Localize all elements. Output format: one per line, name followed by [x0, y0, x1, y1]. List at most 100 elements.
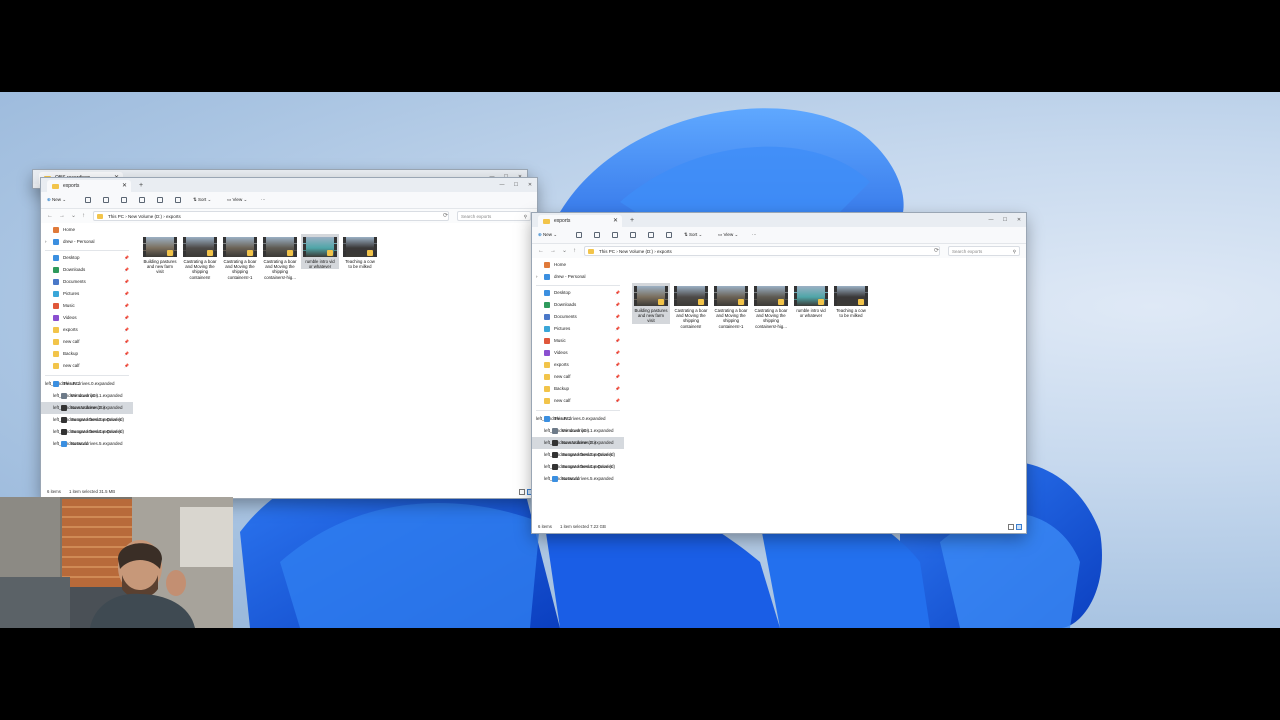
nav-item-quick-8[interactable]: Backup 📌: [41, 348, 133, 360]
refresh-icon[interactable]: ⟳: [443, 209, 448, 223]
nav-item-home[interactable]: Home: [41, 224, 133, 236]
nav-item-drive-0[interactable]: left_window.nav.drives.0.expanded This PC: [532, 413, 624, 425]
breadcrumb-item[interactable]: New Volume (D:): [128, 214, 162, 219]
cut-icon[interactable]: [576, 232, 582, 238]
nav-item-quick-2[interactable]: Documents 📌: [41, 276, 133, 288]
nav-item-drive-3[interactable]: left_window.nav.drives.3.expanded Seagate…: [532, 449, 624, 461]
refresh-icon[interactable]: ⟳: [934, 244, 939, 258]
expand-chevron-icon[interactable]: ›: [45, 236, 47, 248]
close-tab-icon[interactable]: ✕: [122, 180, 127, 192]
nav-item-drive-5[interactable]: left_window.nav.drives.5.expanded Network: [41, 438, 133, 450]
nav-item-quick-9[interactable]: new calf 📌: [41, 360, 133, 372]
copy-icon[interactable]: [594, 232, 600, 238]
address-bar[interactable]: This PC › New Volume (D:) › exports: [93, 211, 449, 221]
file-item[interactable]: Castrating a boar and Moving the shipping c…: [672, 283, 710, 329]
back-icon[interactable]: ←: [538, 244, 544, 258]
nav-item-drive-5[interactable]: left_window.nav.drives.5.expanded Network: [532, 473, 624, 485]
minimize-icon[interactable]: —: [984, 213, 998, 227]
paste-icon[interactable]: [612, 232, 618, 238]
close-icon[interactable]: ✕: [1012, 213, 1026, 227]
view-button[interactable]: ▭ View ⌄: [227, 192, 247, 208]
file-item[interactable]: Castrating a boar and Moving the shipping c…: [712, 283, 750, 329]
close-icon[interactable]: ✕: [523, 178, 537, 192]
recent-icon[interactable]: ⌄: [562, 244, 567, 258]
breadcrumb-item[interactable]: This PC: [108, 214, 124, 219]
new-tab-button[interactable]: +: [630, 215, 634, 227]
nav-item-quick-1[interactable]: Downloads 📌: [41, 264, 133, 276]
tab-exports[interactable]: exports ✕: [47, 180, 131, 192]
rename-icon[interactable]: [630, 232, 636, 238]
nav-item-drive-0[interactable]: left_window.nav.drives.0.expanded This PC: [41, 378, 133, 390]
file-item[interactable]: Teaching a cow to be milked: [832, 283, 870, 318]
share-icon[interactable]: [648, 232, 654, 238]
expand-chevron-icon[interactable]: ›: [536, 271, 538, 283]
nav-item-quick-4[interactable]: Music 📌: [532, 335, 624, 347]
nav-item-quick-3[interactable]: Pictures 📌: [41, 288, 133, 300]
file-item[interactable]: Teaching a cow to be milked: [341, 234, 379, 269]
address-bar[interactable]: This PC › New Volume (D:) › exports: [584, 246, 940, 256]
sort-button[interactable]: ⇅ Sort ⌄: [684, 227, 702, 243]
nav-item-home[interactable]: Home: [532, 259, 624, 271]
nav-item-quick-2[interactable]: Documents 📌: [532, 311, 624, 323]
search-input[interactable]: Search exports ⚲: [457, 211, 531, 221]
nav-item-quick-6[interactable]: exports 📌: [41, 324, 133, 336]
tiles-view-icon[interactable]: [1016, 524, 1022, 530]
file-item[interactable]: rumble intro vid or whatever: [301, 234, 339, 270]
share-icon[interactable]: [157, 197, 163, 203]
nav-item-drive-4[interactable]: left_window.nav.drives.4.expanded Seagate…: [41, 426, 133, 438]
nav-item-drive-4[interactable]: left_window.nav.drives.4.expanded Seagate…: [532, 461, 624, 473]
delete-icon[interactable]: [666, 232, 672, 238]
explorer-window-left[interactable]: exports ✕ + — ☐ ✕ ⊕ New ⌄ ⇅ Sort ⌄ ▭ Vie…: [41, 178, 537, 498]
delete-icon[interactable]: [175, 197, 181, 203]
forward-icon[interactable]: →: [550, 244, 556, 258]
minimize-icon[interactable]: —: [495, 178, 509, 192]
nav-item-drive-1[interactable]: left_window.nav.drives.1.expanded Windows…: [532, 425, 624, 437]
maximize-icon[interactable]: ☐: [998, 213, 1012, 227]
nav-item-quick-5[interactable]: Videos 📌: [532, 347, 624, 359]
tab-exports[interactable]: exports ✕: [538, 215, 622, 227]
file-item[interactable]: Building pastures and new farm visit: [632, 283, 670, 324]
nav-item-drive-1[interactable]: left_window.nav.drives.1.expanded Windows…: [41, 390, 133, 402]
nav-item-drive-3[interactable]: left_window.nav.drives.3.expanded Seagate…: [41, 414, 133, 426]
new-button[interactable]: ⊕ New ⌄: [538, 227, 557, 243]
file-item[interactable]: Building pastures and new farm visit: [141, 234, 179, 275]
breadcrumb-item[interactable]: New Volume (D:): [619, 249, 653, 254]
close-tab-icon[interactable]: ✕: [613, 215, 618, 227]
recent-icon[interactable]: ⌄: [71, 209, 76, 223]
file-item[interactable]: Castrating a boar and Moving the shipping c…: [181, 234, 219, 280]
file-item[interactable]: Castrating a boar and Moving the shipping c…: [261, 234, 299, 280]
nav-item-quick-3[interactable]: Pictures 📌: [532, 323, 624, 335]
maximize-icon[interactable]: ☐: [509, 178, 523, 192]
search-input[interactable]: Search exports ⚲: [948, 246, 1020, 256]
cut-icon[interactable]: [85, 197, 91, 203]
up-icon[interactable]: ↑: [82, 209, 85, 223]
nav-item-quick-0[interactable]: Desktop 📌: [41, 252, 133, 264]
nav-item-quick-6[interactable]: exports 📌: [532, 359, 624, 371]
nav-item-quick-7[interactable]: new calf 📌: [41, 336, 133, 348]
nav-item-quick-4[interactable]: Music 📌: [41, 300, 133, 312]
sort-button[interactable]: ⇅ Sort ⌄: [193, 192, 211, 208]
new-button[interactable]: ⊕ New ⌄: [47, 192, 66, 208]
breadcrumb-item[interactable]: exports: [657, 249, 672, 254]
copy-icon[interactable]: [103, 197, 109, 203]
nav-item-drive-2[interactable]: left_window.nav.drives.2.expanded New Vol…: [41, 402, 133, 414]
file-item[interactable]: Castrating a boar and Moving the shipping c…: [221, 234, 259, 280]
nav-item-personal[interactable]: › drew - Personal: [41, 236, 133, 248]
more-options-button[interactable]: ···: [752, 227, 757, 243]
rename-icon[interactable]: [139, 197, 145, 203]
up-icon[interactable]: ↑: [573, 244, 576, 258]
paste-icon[interactable]: [121, 197, 127, 203]
new-tab-button[interactable]: +: [139, 180, 143, 192]
nav-item-drive-2[interactable]: left_window.nav.drives.2.expanded New Vol…: [532, 437, 624, 449]
breadcrumb-item[interactable]: exports: [166, 214, 181, 219]
forward-icon[interactable]: →: [59, 209, 65, 223]
details-view-icon[interactable]: [519, 489, 525, 495]
nav-item-quick-7[interactable]: new calf 📌: [532, 371, 624, 383]
nav-item-quick-0[interactable]: Desktop 📌: [532, 287, 624, 299]
view-button[interactable]: ▭ View ⌄: [718, 227, 738, 243]
file-item[interactable]: rumble intro vid or whatever: [792, 283, 830, 318]
back-icon[interactable]: ←: [47, 209, 53, 223]
more-options-button[interactable]: ···: [261, 192, 266, 208]
breadcrumb-item[interactable]: This PC: [599, 249, 615, 254]
nav-item-quick-5[interactable]: Videos 📌: [41, 312, 133, 324]
